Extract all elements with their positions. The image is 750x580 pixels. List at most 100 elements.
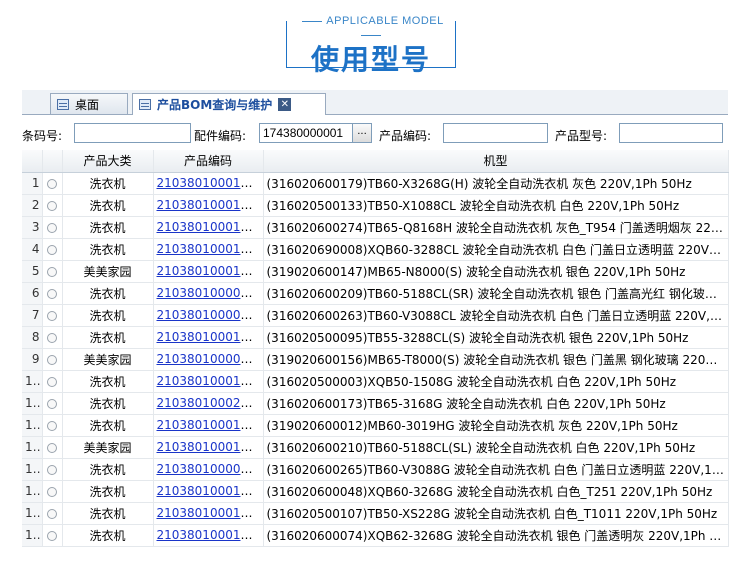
radio-icon[interactable] (47, 486, 57, 497)
row-select[interactable] (42, 458, 63, 481)
cell-model: (316020600274)TB65-Q8168H 波轮全自动洗衣机 灰色_T9… (263, 216, 729, 239)
column-header-model[interactable]: 机型 (263, 150, 729, 173)
product-code-link[interactable]: 21038010001429 (157, 264, 263, 278)
desktop-tab-icon (57, 98, 69, 110)
radio-icon[interactable] (47, 310, 57, 321)
table-row[interactable]: 7 洗衣机 21038010000206 (316020600263)TB60-V30… (22, 304, 729, 327)
table-row[interactable]: 13 美美家园 21038010001075 (316020600210)TB60-5… (22, 436, 729, 459)
cell-category: 美美家园 (62, 436, 154, 459)
product-code-input[interactable] (443, 123, 548, 143)
table-row[interactable]: 3 洗衣机 21038010001319 (316020600274)TB65-Q81… (22, 216, 729, 239)
row-select[interactable] (42, 436, 63, 459)
grid-tab-icon (139, 99, 151, 110)
cell-category: 洗衣机 (62, 480, 154, 503)
row-select[interactable] (42, 524, 63, 547)
row-number: 13 (22, 436, 43, 459)
product-code-link[interactable]: 21038010002041 (157, 396, 263, 410)
cell-model: (316020500133)TB50-X1088CL 波轮全自动洗衣机 白色 2… (263, 194, 729, 217)
cell-product-code: 21038010001535 (153, 326, 264, 349)
close-icon[interactable]: ✕ (278, 98, 292, 111)
row-select[interactable] (42, 414, 63, 437)
cell-model: (316020690008)XQB60-3288CL 波轮全自动洗衣机 白色 门… (263, 238, 729, 261)
row-select[interactable] (42, 238, 63, 261)
filter-bar: 条码号: 配件编码: 174380000001 ... 产品编码: 产品型号: (22, 118, 728, 148)
radio-icon[interactable] (47, 222, 57, 233)
radio-icon[interactable] (47, 354, 57, 365)
barcode-input[interactable] (74, 123, 191, 143)
table-row[interactable]: 12 洗衣机 21038010001100 (319020600012)MB60-30… (22, 414, 729, 437)
cell-product-code: 21038010001615 (153, 524, 264, 547)
table-row[interactable]: 5 美美家园 21038010001429 (319020600147)MB65-N8… (22, 260, 729, 283)
table-row[interactable]: 16 洗衣机 21038010001020 (316020500107)TB50-XS… (22, 502, 729, 525)
part-code-browse-button[interactable]: ... (352, 123, 372, 143)
product-code-link[interactable]: 21038010000924 (157, 462, 263, 476)
radio-icon[interactable] (47, 376, 57, 387)
cell-category: 洗衣机 (62, 282, 154, 305)
table-row[interactable]: 15 洗衣机 21038010001053 (316020600048)XQB60-3… (22, 480, 729, 503)
barcode-label: 条码号: (22, 129, 63, 143)
row-number: 9 (22, 348, 43, 371)
radio-icon[interactable] (47, 420, 57, 431)
product-code-link[interactable]: 21038010001943 (157, 198, 263, 212)
row-select[interactable] (42, 392, 63, 415)
table-row[interactable]: 2 洗衣机 21038010001943 (316020500133)TB50-X10… (22, 194, 729, 217)
row-select[interactable] (42, 194, 63, 217)
product-code-link[interactable]: 21038010001319 (157, 220, 263, 234)
tab-desktop[interactable]: 桌面 (50, 93, 128, 114)
radio-icon[interactable] (47, 398, 57, 409)
row-select[interactable] (42, 370, 63, 393)
radio-icon[interactable] (47, 442, 57, 453)
product-code-link[interactable]: 21038010001020 (157, 506, 263, 520)
row-select[interactable] (42, 326, 63, 349)
table-row[interactable]: 6 洗衣机 21038010000886 (316020600209)TB60-518… (22, 282, 729, 305)
radio-icon[interactable] (47, 244, 57, 255)
product-code-link[interactable]: 21038010000928 (157, 352, 263, 366)
table-row[interactable]: 9 美美家园 21038010000928 (319020600156)MB65-T8… (22, 348, 729, 371)
product-code-link[interactable]: 21038010001535 (157, 330, 263, 344)
row-select[interactable] (42, 502, 63, 525)
product-code-link[interactable]: 21038010001615 (157, 528, 263, 542)
table-row[interactable]: 17 洗衣机 21038010001615 (316020600074)XQB62-3… (22, 524, 729, 547)
table-row[interactable]: 4 洗衣机 21038010001424 (316020690008)XQB60-32… (22, 238, 729, 261)
table-row[interactable]: 10 洗衣机 21038010001151 (316020500003)XQB50-1… (22, 370, 729, 393)
row-select[interactable] (42, 348, 63, 371)
cell-product-code: 21038010000924 (153, 458, 264, 481)
product-code-link[interactable]: 21038010000886 (157, 286, 263, 300)
radio-icon[interactable] (47, 530, 57, 541)
product-code-link[interactable]: 21038010001053 (157, 484, 263, 498)
row-select[interactable] (42, 304, 63, 327)
table-row[interactable]: 1 洗衣机 21038010001071 (316020600179)TB60-X32… (22, 172, 729, 195)
row-select[interactable] (42, 480, 63, 503)
part-code-input[interactable]: 174380000001 (259, 123, 355, 143)
product-code-label: 产品编码: (379, 129, 432, 143)
product-code-link[interactable]: 21038010001424 (157, 242, 263, 256)
table-row[interactable]: 11 洗衣机 21038010002041 (316020600173)TB65-31… (22, 392, 729, 415)
product-model-input[interactable] (619, 123, 723, 143)
table-row[interactable]: 8 洗衣机 21038010001535 (316020500095)TB55-328… (22, 326, 729, 349)
radio-icon[interactable] (47, 288, 57, 299)
radio-icon[interactable] (47, 200, 57, 211)
tab-product-bom[interactable]: 产品BOM查询与维护 ✕ (132, 93, 326, 115)
radio-icon[interactable] (47, 178, 57, 189)
column-header-product-code[interactable]: 产品编码 (153, 150, 264, 173)
radio-icon[interactable] (47, 464, 57, 475)
radio-icon[interactable] (47, 508, 57, 519)
row-select[interactable] (42, 216, 63, 239)
radio-icon[interactable] (47, 332, 57, 343)
product-bom-table: 产品大类 产品编码 机型 1 洗衣机 21038010001071 (31602060… (22, 150, 729, 547)
row-select[interactable] (42, 172, 63, 195)
table-row[interactable]: 14 洗衣机 21038010000924 (316020600265)TB60-V3… (22, 458, 729, 481)
row-select[interactable] (42, 282, 63, 305)
product-code-link[interactable]: 21038010001071 (157, 176, 263, 190)
cell-product-code: 21038010000928 (153, 348, 264, 371)
row-number: 14 (22, 458, 43, 481)
product-code-link[interactable]: 21038010001100 (157, 418, 263, 432)
product-code-link[interactable]: 21038010000206 (157, 308, 263, 322)
cell-product-code: 21038010001151 (153, 370, 264, 393)
row-select[interactable] (42, 260, 63, 283)
product-code-link[interactable]: 21038010001151 (157, 374, 263, 388)
product-code-link[interactable]: 21038010001075 (157, 440, 263, 454)
cell-product-code: 21038010001319 (153, 216, 264, 239)
column-header-category[interactable]: 产品大类 (62, 150, 154, 173)
radio-icon[interactable] (47, 266, 57, 277)
